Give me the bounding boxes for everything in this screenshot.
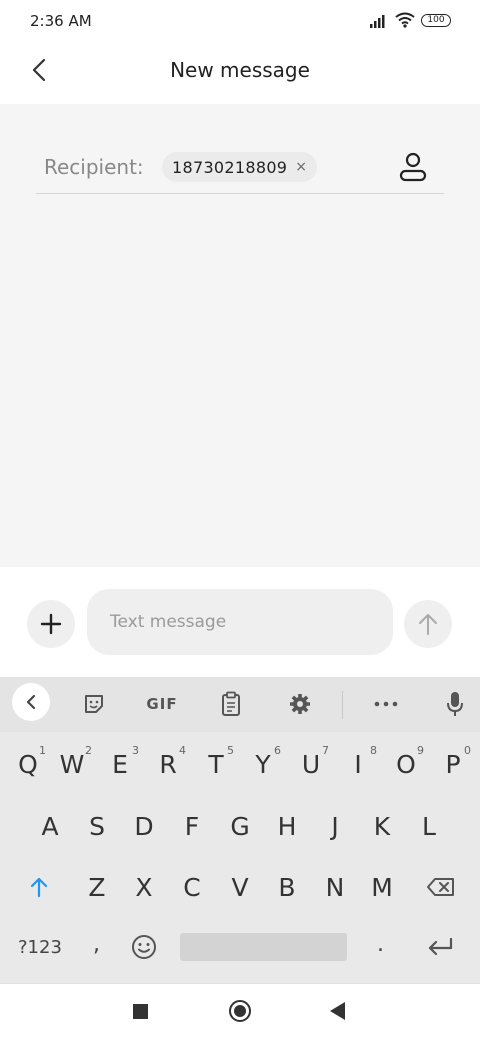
page-title: New message: [170, 58, 310, 82]
home-dot: [234, 1005, 246, 1017]
key-hint-8: 8: [370, 744, 377, 757]
key-hint-6: 6: [274, 744, 281, 757]
key-comma[interactable]: ,: [93, 932, 100, 957]
key-a[interactable]: A: [30, 812, 70, 841]
home-circle-icon[interactable]: [229, 1000, 251, 1022]
arrow-up-icon[interactable]: [404, 600, 452, 648]
key-s[interactable]: S: [77, 812, 117, 841]
key-n[interactable]: N: [315, 873, 355, 902]
key-d[interactable]: D: [124, 812, 164, 841]
key-x[interactable]: X: [124, 873, 164, 902]
key-period[interactable]: .: [377, 932, 384, 957]
key-g[interactable]: G: [220, 812, 260, 841]
battery-icon: 100: [421, 14, 451, 27]
sticker-icon[interactable]: [72, 682, 116, 726]
key-v[interactable]: V: [220, 873, 260, 902]
recipient-chip[interactable]: 18730218809 ×: [162, 152, 318, 182]
key-z[interactable]: Z: [77, 873, 117, 902]
key-h[interactable]: H: [267, 812, 307, 841]
key-j[interactable]: J: [315, 812, 355, 841]
recipient-chip-number: 18730218809: [172, 157, 288, 177]
recipient-divider: [36, 193, 444, 194]
chip-remove-icon[interactable]: ×: [295, 159, 307, 175]
key-hint-1: 1: [39, 744, 46, 757]
shift-arrow-icon[interactable]: [22, 874, 56, 900]
key-c[interactable]: C: [172, 873, 212, 902]
backspace-icon[interactable]: [424, 874, 458, 900]
key-m[interactable]: M: [362, 873, 402, 902]
signal-icon: [370, 15, 385, 28]
person-icon[interactable]: [396, 150, 430, 184]
key-hint-2: 2: [85, 744, 92, 757]
recipient-label: Recipient:: [44, 155, 144, 179]
key-hint-5: 5: [227, 744, 234, 757]
mic-icon[interactable]: [433, 682, 477, 726]
gif-label: GIF: [146, 695, 178, 713]
gif-button[interactable]: GIF: [139, 682, 185, 726]
emoji-icon[interactable]: [131, 934, 159, 962]
key-k[interactable]: K: [362, 812, 402, 841]
recents-square-icon[interactable]: [133, 1004, 148, 1019]
key-hint-9: 9: [417, 744, 424, 757]
clipboard-icon[interactable]: [209, 682, 253, 726]
mode-switch-key[interactable]: ?123: [18, 937, 62, 958]
toolbar-divider: [342, 691, 343, 719]
gear-icon[interactable]: [278, 682, 322, 726]
enter-icon[interactable]: [426, 936, 456, 960]
key-b[interactable]: B: [267, 873, 307, 902]
wifi-icon: [395, 12, 415, 28]
key-hint-7: 7: [322, 744, 329, 757]
plus-icon[interactable]: [27, 600, 75, 648]
back-triangle-icon[interactable]: [330, 1002, 345, 1020]
key-l[interactable]: L: [409, 812, 449, 841]
key-f[interactable]: F: [172, 812, 212, 841]
message-input-placeholder: Text message: [110, 612, 227, 632]
space-key[interactable]: [180, 933, 347, 961]
more-icon[interactable]: [364, 682, 408, 726]
key-hint-4: 4: [179, 744, 186, 757]
status-time: 2:36 AM: [30, 12, 92, 30]
collapse-icon[interactable]: [12, 683, 50, 721]
key-hint-3: 3: [132, 744, 139, 757]
key-hint-0: 0: [464, 744, 471, 757]
